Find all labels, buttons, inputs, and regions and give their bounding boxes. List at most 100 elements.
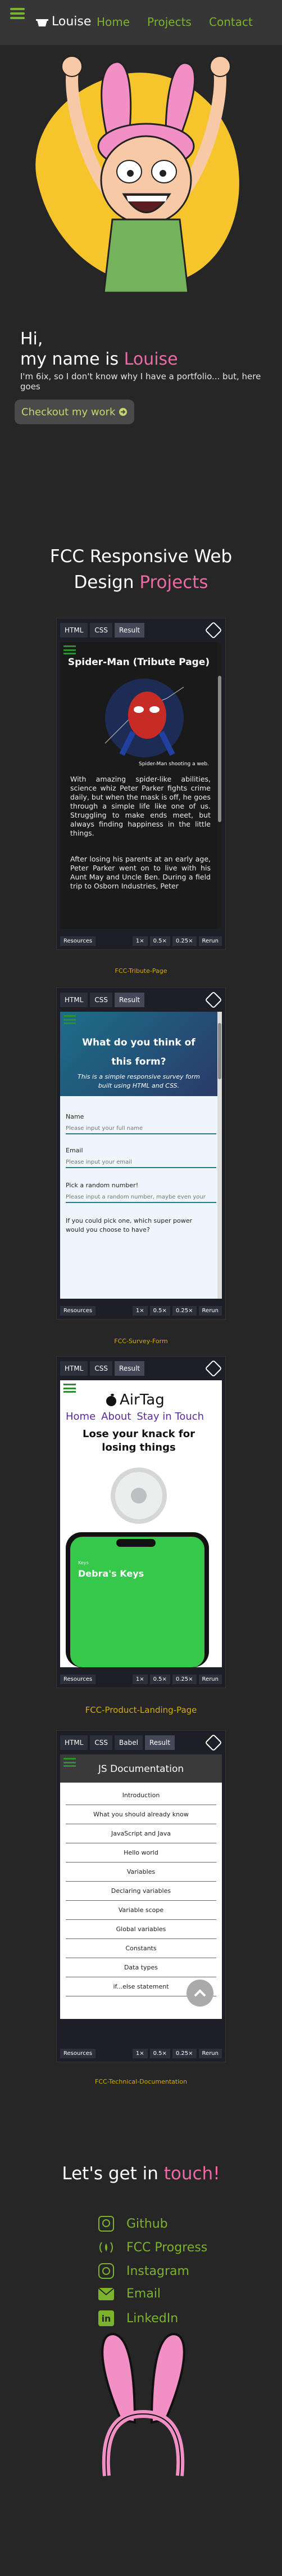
tribute-paragraph-1: With amazing spider-like abilities, scie… [70, 775, 211, 837]
preview-scrollbar[interactable] [217, 1012, 222, 1299]
resources-button[interactable]: Resources [60, 936, 96, 946]
resources-button[interactable]: Resources [60, 1674, 96, 1684]
preview-scrollbar[interactable] [217, 642, 222, 929]
projects-heading-mid: Design [74, 572, 140, 593]
pen-preview: What do you think of this form? This is … [60, 1012, 222, 1299]
resources-button[interactable]: Resources [60, 2048, 96, 2058]
tab-html[interactable]: HTML [60, 623, 88, 638]
docs-nav-item[interactable]: Declaring variables [66, 1882, 216, 1901]
docs-nav-item[interactable]: Global variables [66, 1920, 216, 1939]
superpower-question: If you could pick one, which super power… [66, 1217, 193, 1233]
zoom-05x[interactable]: 0.5× [149, 1305, 170, 1316]
rerun-button[interactable]: Rerun [198, 2048, 222, 2058]
email-label: Email [126, 2287, 161, 2301]
zoom-025x[interactable]: 0.25× [172, 1674, 197, 1684]
product-nav-about[interactable]: About [101, 1411, 131, 1422]
docs-nav-item[interactable]: Variables [66, 1863, 216, 1882]
docs-nav-item[interactable]: Constants [66, 1939, 216, 1958]
zoom-1x[interactable]: 1× [132, 1674, 148, 1684]
pen-preview: Spider-Man (Tribute Page) Spider-Man sho… [60, 642, 222, 929]
number-label: Pick a random number! [66, 1182, 139, 1189]
docs-nav-item[interactable]: Data types [66, 1958, 216, 1977]
zoom-025x[interactable]: 0.25× [172, 1305, 197, 1316]
name-field[interactable] [66, 1123, 216, 1134]
zoom-1x[interactable]: 1× [132, 1305, 148, 1316]
zoom-1x[interactable]: 1× [132, 936, 148, 946]
product-nav-home[interactable]: Home [66, 1411, 95, 1422]
tab-html[interactable]: HTML [60, 1361, 88, 1376]
pen-preview: JS Documentation Introduction What you sh… [60, 1754, 222, 2019]
phone-label: Debra's Keys [78, 1568, 144, 1579]
phone-notch [116, 1539, 156, 1547]
pen-tabs: HTML CSS Result [57, 618, 225, 642]
docs-nav-item[interactable]: What you should already know [66, 1805, 216, 1824]
hero-heading: Hi, my name is Louise [20, 329, 178, 370]
product-nav-stay[interactable]: Stay in Touch [137, 1411, 204, 1422]
rerun-button[interactable]: Rerun [198, 936, 222, 946]
contact-heading-prefix: Let's get in [62, 2164, 164, 2184]
fcc-label: FCC Progress [126, 2240, 208, 2255]
contact-linkedin[interactable]: in LinkedIn [98, 2310, 178, 2326]
nav-link-home[interactable]: Home [97, 15, 130, 29]
contact-github[interactable]: Github [98, 2216, 168, 2232]
caption-product[interactable]: FCC-Product-Landing-Page [0, 1705, 282, 1715]
tab-result[interactable]: Result [115, 1361, 145, 1376]
linkedin-icon: in [98, 2310, 114, 2326]
tab-html[interactable]: HTML [60, 993, 88, 1007]
hero-line1: Hi, [20, 329, 43, 349]
caption-tribute[interactable]: FCC-Tribute-Page [0, 967, 282, 975]
airtag-name: AirTag [120, 1392, 165, 1408]
preview-menu-icon[interactable] [63, 645, 76, 654]
rerun-button[interactable]: Rerun [198, 1674, 222, 1684]
nav-link-contact[interactable]: Contact [209, 15, 253, 29]
caption-docs[interactable]: FCC-Technical-Documentation [0, 2078, 282, 2085]
zoom-025x[interactable]: 0.25× [172, 936, 197, 946]
zoom-05x[interactable]: 0.5× [149, 2048, 170, 2058]
preview-menu-icon[interactable] [63, 1015, 76, 1024]
tab-babel[interactable]: Babel [115, 1735, 143, 1750]
apple-icon [106, 1394, 116, 1406]
hero-line2-prefix: my name is [20, 349, 124, 369]
checkout-work-button[interactable]: Checkout my work [15, 400, 135, 424]
top-nav: Louise Home Projects Contact [0, 0, 282, 45]
airtag-image [111, 1467, 167, 1524]
nav-link-projects[interactable]: Projects [147, 15, 192, 29]
docs-nav-item[interactable]: Hello world [66, 1843, 216, 1863]
zoom-05x[interactable]: 0.5× [149, 1674, 170, 1684]
tribute-title: Spider-Man (Tribute Page) [67, 657, 210, 668]
caption-survey[interactable]: FCC-Survey-Form [0, 1338, 282, 1345]
tab-result[interactable]: Result [115, 623, 145, 638]
pen-tabs: HTML CSS Result [57, 1357, 225, 1380]
survey-title: What do you think of this form? [82, 1037, 195, 1067]
tab-result[interactable]: Result [144, 1735, 175, 1750]
projects-heading: FCC Responsive Web Design Projects [0, 544, 282, 595]
tab-html[interactable]: HTML [60, 1735, 88, 1750]
zoom-05x[interactable]: 0.5× [149, 936, 170, 946]
docs-nav-item[interactable]: JavaScript and Java [66, 1824, 216, 1843]
contact-instagram[interactable]: Instagram [98, 2263, 189, 2279]
preview-menu-icon[interactable] [63, 1384, 76, 1393]
tab-css[interactable]: CSS [90, 993, 113, 1007]
pen-footer: Resources 1× 0.5× 0.25× Rerun [57, 1302, 225, 1319]
menu-icon[interactable] [10, 8, 25, 19]
hero-name: Louise [124, 349, 178, 369]
docs-nav-item[interactable]: Introduction [66, 1786, 216, 1805]
phone-small-label: Keys [78, 1560, 89, 1565]
tab-css[interactable]: CSS [90, 1361, 113, 1376]
contact-fcc[interactable]: FCC Progress [98, 2240, 207, 2255]
number-field[interactable] [66, 1192, 216, 1203]
docs-nav-item[interactable]: Variable scope [66, 1901, 216, 1920]
resources-button[interactable]: Resources [60, 1305, 96, 1316]
brand[interactable]: Louise [36, 15, 91, 29]
contact-email[interactable]: Email [98, 2287, 161, 2301]
rerun-button[interactable]: Rerun [198, 1305, 222, 1316]
projects-heading-accent: Projects [139, 572, 208, 593]
tab-css[interactable]: CSS [90, 623, 113, 638]
scroll-top-button[interactable] [187, 1980, 213, 2007]
pen-tabs: HTML CSS Babel Result [57, 1731, 225, 1754]
zoom-1x[interactable]: 1× [132, 2048, 148, 2058]
tab-css[interactable]: CSS [90, 1735, 113, 1750]
email-field[interactable] [66, 1157, 216, 1168]
zoom-025x[interactable]: 0.25× [172, 2048, 197, 2058]
tab-result[interactable]: Result [115, 993, 145, 1007]
